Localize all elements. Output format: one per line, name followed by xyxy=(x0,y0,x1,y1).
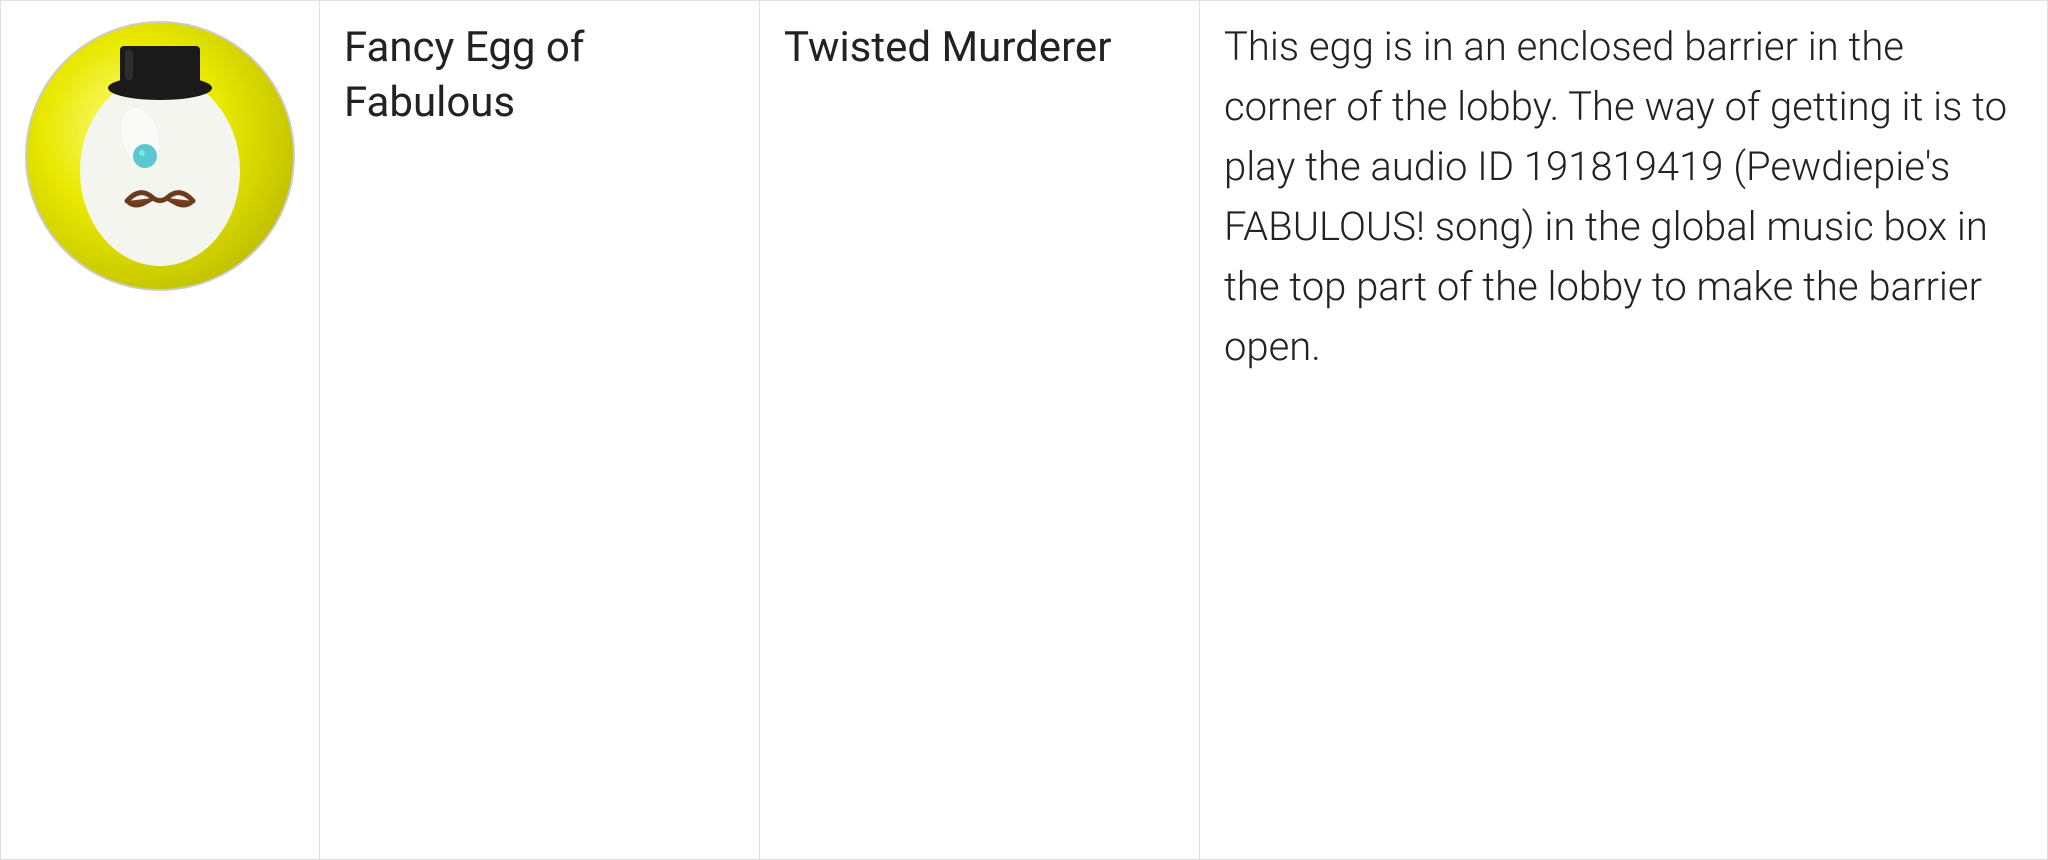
egg-image xyxy=(25,21,295,291)
table-row: Fancy Egg of Fabulous Twisted Murderer T… xyxy=(0,0,2048,860)
description-cell: This egg is in an enclosed barrier in th… xyxy=(1200,1,2048,859)
egg-name-cell: Fancy Egg of Fabulous xyxy=(320,1,760,859)
image-cell xyxy=(0,1,320,859)
game-name-text: Twisted Murderer xyxy=(784,21,1111,76)
egg-illustration xyxy=(55,36,265,276)
game-name-cell: Twisted Murderer xyxy=(760,1,1200,859)
egg-name-text: Fancy Egg of Fabulous xyxy=(344,21,735,130)
description-text: This egg is in an enclosed barrier in th… xyxy=(1224,17,2023,377)
